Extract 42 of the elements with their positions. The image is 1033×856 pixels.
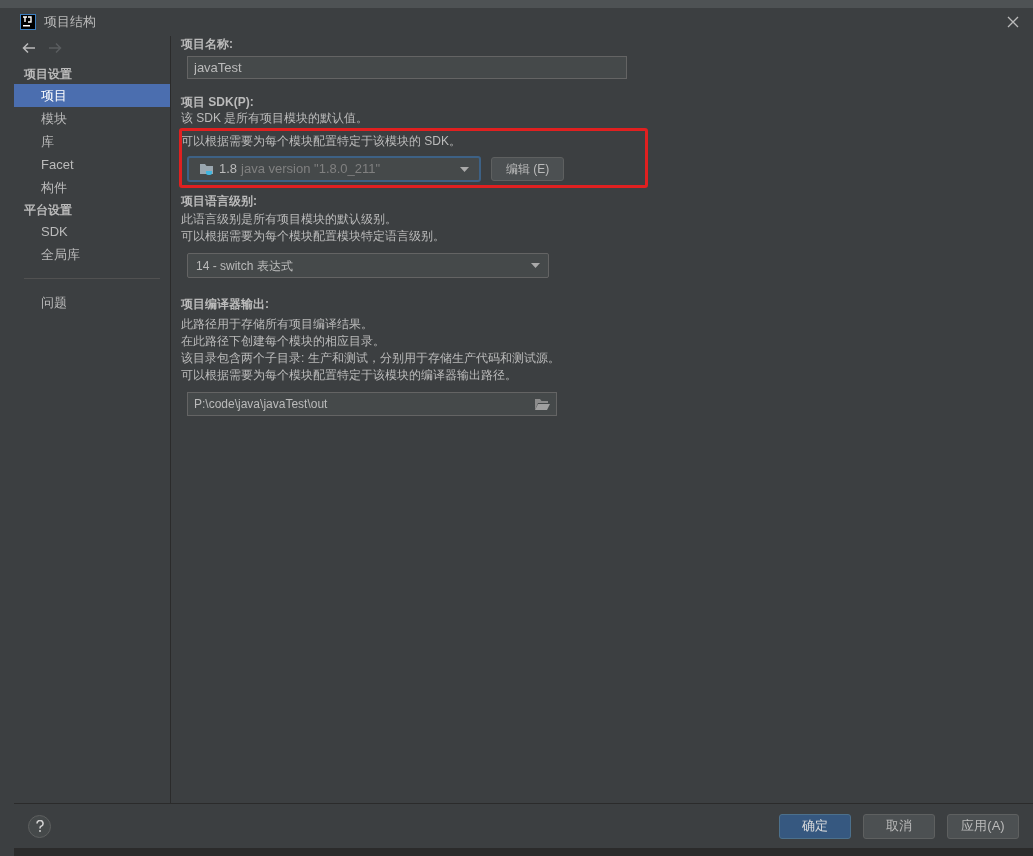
window-title: 项目结构 (44, 13, 96, 32)
jdk-folder-icon (199, 162, 215, 176)
sidebar-item[interactable]: 模块 (14, 107, 170, 130)
question-mark-icon (35, 820, 44, 832)
description-text: 此路径用于存储所有项目编译结果。 (181, 316, 374, 333)
ok-button[interactable]: 确定 (779, 813, 851, 839)
sidebar-item[interactable]: 项目 (14, 84, 170, 107)
app-icon (20, 14, 36, 30)
sdk-version: 1.8 (219, 160, 238, 179)
sidebar-group-title: 项目设置 (23, 65, 73, 83)
description-text: 此语言级别是所有项目模块的默认级别。 (181, 211, 398, 228)
compiler-output-field[interactable]: P:\code\java\javaTest\out (187, 392, 557, 416)
sidebar-item[interactable]: SDK (14, 220, 170, 243)
description-text: 该 SDK 是所有项目模块的默认值。 (181, 110, 370, 127)
folder-icon[interactable] (534, 397, 550, 411)
dialog-button[interactable]: 应用(A) (947, 813, 1019, 839)
description-text: 在此路径下创建每个模块的相应目录。 (181, 333, 386, 350)
description-text: 该目录包含两个子目录: 生产和测试，分别用于存储生产代码和测试源。 (181, 350, 561, 367)
sidebar-item[interactable]: 库 (14, 130, 170, 153)
language-level-label: 项目语言级别: (181, 193, 258, 209)
project-name-field[interactable]: javaTest (187, 56, 627, 79)
edit-button[interactable]: 编辑 (E) (491, 157, 565, 181)
compiler-output-label: 项目编译器输出: (181, 296, 270, 312)
sidebar-group-title: 平台设置 (23, 201, 73, 219)
sdk-detail: java version "1.8.0_211" (241, 160, 381, 179)
description-text: 可以根据需要为每个模块配置模块特定语言级别。 (181, 228, 446, 245)
language-level-dropdown[interactable]: 14 - switch 表达式 (187, 253, 549, 278)
sidebar-item[interactable]: 构件 (14, 176, 170, 199)
project-sdk-label: 项目 SDK(P): (181, 94, 255, 110)
dialog-button[interactable]: 取消 (863, 813, 935, 839)
sidebar-item[interactable]: Facet (14, 153, 170, 176)
help-button[interactable] (28, 814, 51, 838)
description-text: 可以根据需要为每个模块配置特定于该模块的编译器输出路径。 (181, 367, 518, 384)
close-icon[interactable] (1007, 16, 1019, 28)
sidebar-item[interactable]: 问题 (14, 291, 170, 314)
dropdown-arrow-icon (531, 263, 540, 268)
description-text: 可以根据需要为每个模块配置特定于该模块的 SDK。 (181, 133, 462, 150)
sdk-dropdown[interactable]: 1.8 java version "1.8.0_211" (187, 156, 481, 182)
project-name-label: 项目名称: (181, 36, 234, 52)
sidebar-item[interactable]: 全局库 (14, 243, 170, 266)
back-arrow-icon[interactable] (22, 42, 36, 54)
dropdown-arrow-icon (460, 166, 469, 172)
